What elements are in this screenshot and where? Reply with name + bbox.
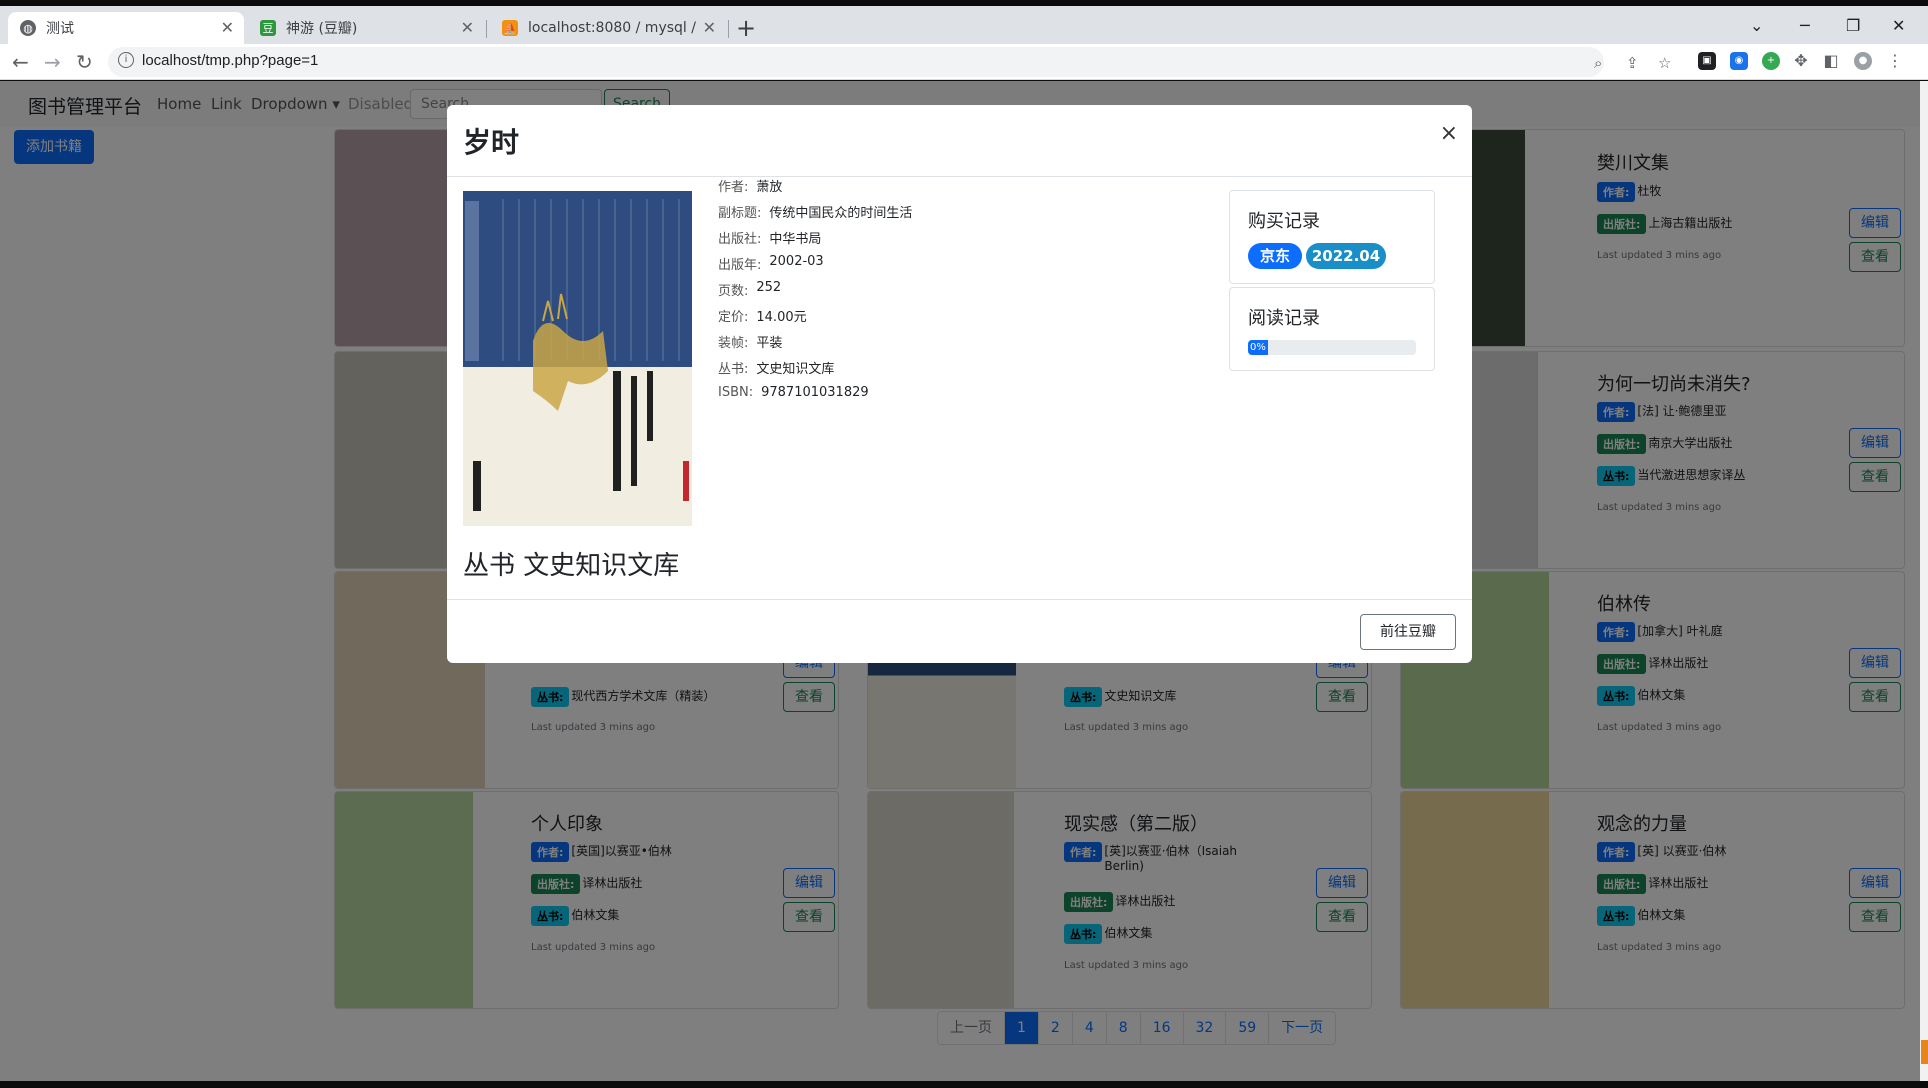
close-tab-icon[interactable]: ✕: [221, 18, 234, 37]
detail-key: 丛书:: [718, 362, 749, 377]
share-icon[interactable]: ⇪: [1626, 54, 1639, 72]
tab-label: localhost:8080 / mysql / book: [528, 20, 698, 36]
tab-label: 神游 (豆瓣): [286, 21, 358, 37]
detail-key: ISBN:: [718, 385, 754, 400]
reading-record-title: 阅读记录: [1248, 308, 1320, 329]
scrollbar-thumb[interactable]: [1921, 1040, 1928, 1064]
reading-record-card: 阅读记录 0%: [1229, 287, 1435, 371]
minimize-icon[interactable]: ─: [1800, 16, 1810, 35]
detail-value: 252: [756, 280, 782, 295]
back-icon[interactable]: ←: [12, 50, 29, 74]
detail-binding: 装帧: 平装: [718, 332, 782, 351]
detail-value: 中华书局: [769, 232, 822, 247]
purchase-date-pill[interactable]: 2022.04: [1306, 243, 1386, 269]
store-pill[interactable]: 京东: [1248, 243, 1302, 269]
detail-key: 副标题:: [718, 206, 762, 221]
detail-publisher: 出版社: 中华书局: [718, 228, 821, 247]
puzzle-icon[interactable]: ✥: [1792, 52, 1810, 70]
detail-value: 14.00元: [756, 310, 807, 325]
reading-progress-label: 0%: [1248, 340, 1268, 355]
tab-phpmyadmin[interactable]: ⛵ localhost:8080 / mysql / book ✕: [490, 12, 726, 44]
close-window-icon[interactable]: ✕: [1892, 16, 1905, 35]
close-tab-icon[interactable]: ✕: [461, 18, 474, 37]
menu-icon[interactable]: ⋮: [1886, 52, 1904, 70]
tab-search-icon[interactable]: ⌄: [1750, 16, 1763, 35]
modal-footer: 前往豆瓣: [447, 599, 1472, 663]
zoom-icon[interactable]: ⌕: [1594, 54, 1602, 72]
detail-subtitle: 副标题: 传统中国民众的时间生活: [718, 202, 912, 221]
close-tab-icon[interactable]: ✕: [703, 18, 716, 37]
detail-value: 萧放: [756, 180, 783, 195]
purchase-record-title: 购买记录: [1248, 211, 1320, 232]
scrollbar[interactable]: [1920, 81, 1928, 1081]
detail-value: 传统中国民众的时间生活: [769, 206, 913, 221]
url-text: localhost/tmp.php?page=1: [142, 52, 319, 69]
book-cover-image: [463, 191, 692, 526]
tab-divider: [728, 20, 729, 38]
detail-author: 作者: 萧放: [718, 176, 782, 195]
bookmark-star-icon[interactable]: ☆: [1658, 54, 1671, 72]
modal-header: 岁时 ×: [447, 105, 1472, 177]
tab-label: 测试: [46, 21, 74, 37]
reading-progress-bar: 0%: [1248, 340, 1416, 355]
go-to-douban-button[interactable]: 前往豆瓣: [1360, 614, 1456, 650]
detail-key: 定价:: [718, 310, 749, 325]
extension-icon[interactable]: +: [1762, 52, 1780, 70]
detail-series: 丛书: 文史知识文库: [718, 358, 834, 377]
detail-price: 定价: 14.00元: [718, 306, 807, 325]
purchase-record-card: 购买记录 京东 2022.04: [1229, 190, 1435, 284]
detail-isbn: ISBN: 9787101031829: [718, 385, 869, 400]
new-tab-icon[interactable]: +: [736, 14, 756, 42]
detail-value: 平装: [756, 336, 783, 351]
detail-pages: 页数: 252: [718, 280, 781, 299]
detail-key: 出版年:: [718, 258, 762, 273]
globe-icon: ◍: [20, 20, 36, 36]
site-info-icon[interactable]: i: [118, 52, 134, 68]
phpmyadmin-icon: ⛵: [502, 20, 518, 36]
tab-strip: ◍ 测试 ✕ 豆 神游 (豆瓣) ✕ ⛵ localhost:8080 / my…: [0, 6, 1928, 44]
detail-value: 9787101031829: [761, 385, 869, 400]
book-detail-modal: 岁时 × 丛书 文史知识文库 作者: 萧放 副标题: 传统中国民众的时间生活 出版社…: [447, 105, 1472, 663]
address-bar[interactable]: i localhost/tmp.php?page=1 ⌕ ⇪ ☆: [108, 47, 1671, 77]
detail-key: 出版社:: [718, 232, 762, 247]
tab-test[interactable]: ◍ 测试 ✕: [8, 12, 244, 44]
sidepanel-icon[interactable]: ◧: [1822, 52, 1840, 70]
detail-value: 文史知识文库: [756, 362, 835, 377]
extension-icon[interactable]: ▣: [1698, 52, 1716, 70]
tab-divider: [486, 20, 487, 38]
restore-icon[interactable]: ❐: [1846, 16, 1860, 35]
tab-douban[interactable]: 豆 神游 (豆瓣) ✕: [248, 12, 484, 44]
avatar[interactable]: ●: [1854, 52, 1872, 70]
series-caption: 丛书 文史知识文库: [463, 551, 680, 581]
reload-icon[interactable]: ↻: [76, 50, 93, 74]
modal-title: 岁时: [463, 126, 520, 159]
extension-icon[interactable]: ◉: [1730, 52, 1748, 70]
detail-key: 装帧:: [718, 336, 749, 351]
close-icon[interactable]: ×: [1440, 121, 1458, 146]
detail-key: 页数:: [718, 284, 749, 299]
detail-value: 2002-03: [769, 254, 824, 269]
douban-icon: 豆: [260, 20, 276, 36]
forward-icon[interactable]: →: [44, 50, 61, 74]
detail-key: 作者:: [718, 180, 749, 195]
detail-pubdate: 出版年: 2002-03: [718, 254, 824, 273]
browser-toolbar: ← → ↻ i localhost/tmp.php?page=1 ⌕ ⇪ ☆ ▣…: [0, 44, 1928, 80]
